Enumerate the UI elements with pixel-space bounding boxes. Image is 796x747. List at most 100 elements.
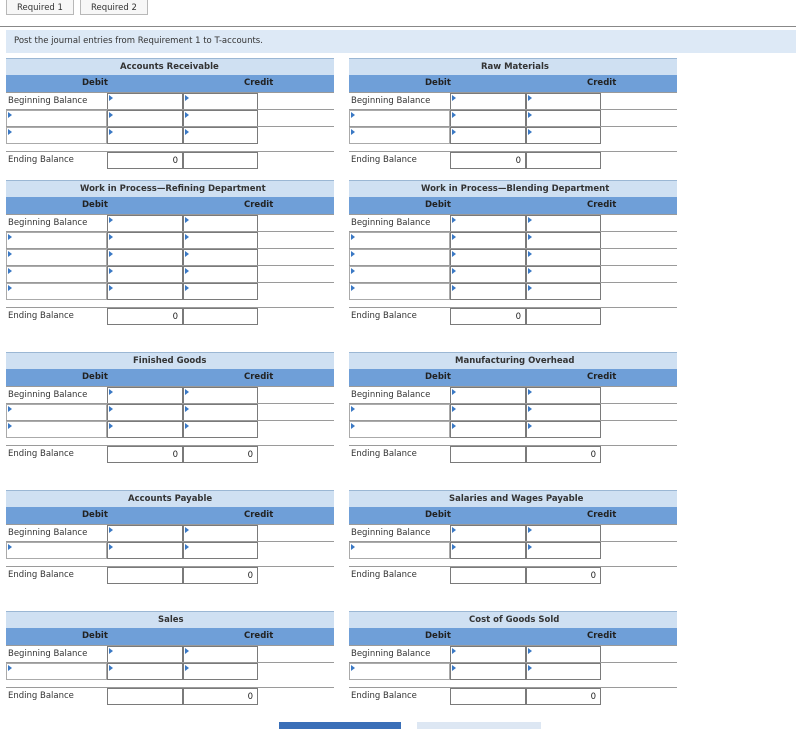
beginning-debit-input[interactable]	[107, 215, 183, 232]
beginning-credit-input[interactable]	[526, 525, 601, 542]
beginning-debit-input[interactable]	[107, 525, 183, 542]
entry-label-select[interactable]	[349, 127, 450, 144]
dropdown-arrow-icon[interactable]	[8, 129, 12, 135]
dropdown-arrow-icon[interactable]	[8, 251, 12, 257]
dropdown-arrow-icon[interactable]	[528, 544, 532, 550]
entry-debit-input[interactable]	[450, 232, 526, 249]
dropdown-arrow-icon[interactable]	[109, 423, 113, 429]
dropdown-arrow-icon[interactable]	[528, 251, 532, 257]
entry-credit-input[interactable]	[526, 421, 601, 438]
tab-required-2[interactable]: Required 2	[79, 0, 148, 15]
entry-label-select[interactable]	[6, 127, 107, 144]
entry-label-select[interactable]	[349, 663, 450, 680]
beginning-credit-input[interactable]	[183, 215, 258, 232]
entry-credit-input[interactable]	[526, 283, 601, 300]
dropdown-arrow-icon[interactable]	[528, 665, 532, 671]
dropdown-arrow-icon[interactable]	[185, 665, 189, 671]
entry-label-select[interactable]	[6, 249, 107, 266]
entry-credit-input[interactable]	[183, 404, 258, 421]
dropdown-arrow-icon[interactable]	[528, 234, 532, 240]
entry-label-select[interactable]	[349, 266, 450, 283]
dropdown-arrow-icon[interactable]	[109, 665, 113, 671]
dropdown-arrow-icon[interactable]	[185, 234, 189, 240]
beginning-credit-input[interactable]	[183, 387, 258, 404]
dropdown-arrow-icon[interactable]	[528, 268, 532, 274]
dropdown-arrow-icon[interactable]	[452, 129, 456, 135]
dropdown-arrow-icon[interactable]	[351, 285, 355, 291]
dropdown-arrow-icon[interactable]	[351, 129, 355, 135]
entry-credit-input[interactable]	[183, 266, 258, 283]
entry-label-select[interactable]	[349, 249, 450, 266]
dropdown-arrow-icon[interactable]	[8, 268, 12, 274]
beginning-credit-input[interactable]	[526, 215, 601, 232]
dropdown-arrow-icon[interactable]	[8, 112, 12, 118]
dropdown-arrow-icon[interactable]	[351, 423, 355, 429]
dropdown-arrow-icon[interactable]	[452, 544, 456, 550]
dropdown-arrow-icon[interactable]	[185, 217, 189, 223]
dropdown-arrow-icon[interactable]	[452, 648, 456, 654]
entry-credit-input[interactable]	[526, 110, 601, 127]
dropdown-arrow-icon[interactable]	[109, 268, 113, 274]
dropdown-arrow-icon[interactable]	[528, 217, 532, 223]
dropdown-arrow-icon[interactable]	[452, 423, 456, 429]
entry-credit-input[interactable]	[526, 127, 601, 144]
entry-debit-input[interactable]	[107, 663, 183, 680]
beginning-debit-input[interactable]	[450, 93, 526, 110]
dropdown-arrow-icon[interactable]	[452, 285, 456, 291]
entry-label-select[interactable]	[349, 110, 450, 127]
dropdown-arrow-icon[interactable]	[452, 234, 456, 240]
entry-debit-input[interactable]	[450, 663, 526, 680]
entry-debit-input[interactable]	[107, 404, 183, 421]
dropdown-arrow-icon[interactable]	[185, 251, 189, 257]
beginning-credit-input[interactable]	[526, 387, 601, 404]
entry-label-select[interactable]	[349, 404, 450, 421]
dropdown-arrow-icon[interactable]	[528, 406, 532, 412]
dropdown-arrow-icon[interactable]	[185, 268, 189, 274]
dropdown-arrow-icon[interactable]	[351, 251, 355, 257]
dropdown-arrow-icon[interactable]	[452, 112, 456, 118]
entry-label-select[interactable]	[6, 404, 107, 421]
beginning-debit-input[interactable]	[450, 525, 526, 542]
dropdown-arrow-icon[interactable]	[351, 268, 355, 274]
entry-credit-input[interactable]	[183, 232, 258, 249]
entry-label-select[interactable]	[349, 232, 450, 249]
dropdown-arrow-icon[interactable]	[109, 234, 113, 240]
dropdown-arrow-icon[interactable]	[185, 95, 189, 101]
dropdown-arrow-icon[interactable]	[528, 112, 532, 118]
dropdown-arrow-icon[interactable]	[452, 268, 456, 274]
entry-debit-input[interactable]	[107, 110, 183, 127]
entry-credit-input[interactable]	[183, 110, 258, 127]
beginning-credit-input[interactable]	[183, 646, 258, 663]
entry-debit-input[interactable]	[107, 127, 183, 144]
entry-credit-input[interactable]	[526, 663, 601, 680]
dropdown-arrow-icon[interactable]	[109, 285, 113, 291]
entry-credit-input[interactable]	[183, 421, 258, 438]
beginning-debit-input[interactable]	[107, 646, 183, 663]
dropdown-arrow-icon[interactable]	[452, 665, 456, 671]
beginning-debit-input[interactable]	[107, 93, 183, 110]
entry-label-select[interactable]	[6, 110, 107, 127]
entry-label-select[interactable]	[349, 421, 450, 438]
entry-credit-input[interactable]	[183, 283, 258, 300]
entry-debit-input[interactable]	[450, 404, 526, 421]
dropdown-arrow-icon[interactable]	[452, 217, 456, 223]
dropdown-arrow-icon[interactable]	[528, 423, 532, 429]
entry-credit-input[interactable]	[526, 249, 601, 266]
entry-credit-input[interactable]	[526, 232, 601, 249]
dropdown-arrow-icon[interactable]	[528, 648, 532, 654]
entry-debit-input[interactable]	[450, 249, 526, 266]
dropdown-arrow-icon[interactable]	[185, 406, 189, 412]
entry-debit-input[interactable]	[107, 232, 183, 249]
dropdown-arrow-icon[interactable]	[109, 527, 113, 533]
dropdown-arrow-icon[interactable]	[109, 217, 113, 223]
dropdown-arrow-icon[interactable]	[109, 95, 113, 101]
dropdown-arrow-icon[interactable]	[8, 234, 12, 240]
dropdown-arrow-icon[interactable]	[185, 544, 189, 550]
dropdown-arrow-icon[interactable]	[452, 406, 456, 412]
dropdown-arrow-icon[interactable]	[8, 406, 12, 412]
entry-debit-input[interactable]	[107, 283, 183, 300]
dropdown-arrow-icon[interactable]	[109, 648, 113, 654]
dropdown-arrow-icon[interactable]	[8, 285, 12, 291]
dropdown-arrow-icon[interactable]	[185, 112, 189, 118]
dropdown-arrow-icon[interactable]	[8, 665, 12, 671]
